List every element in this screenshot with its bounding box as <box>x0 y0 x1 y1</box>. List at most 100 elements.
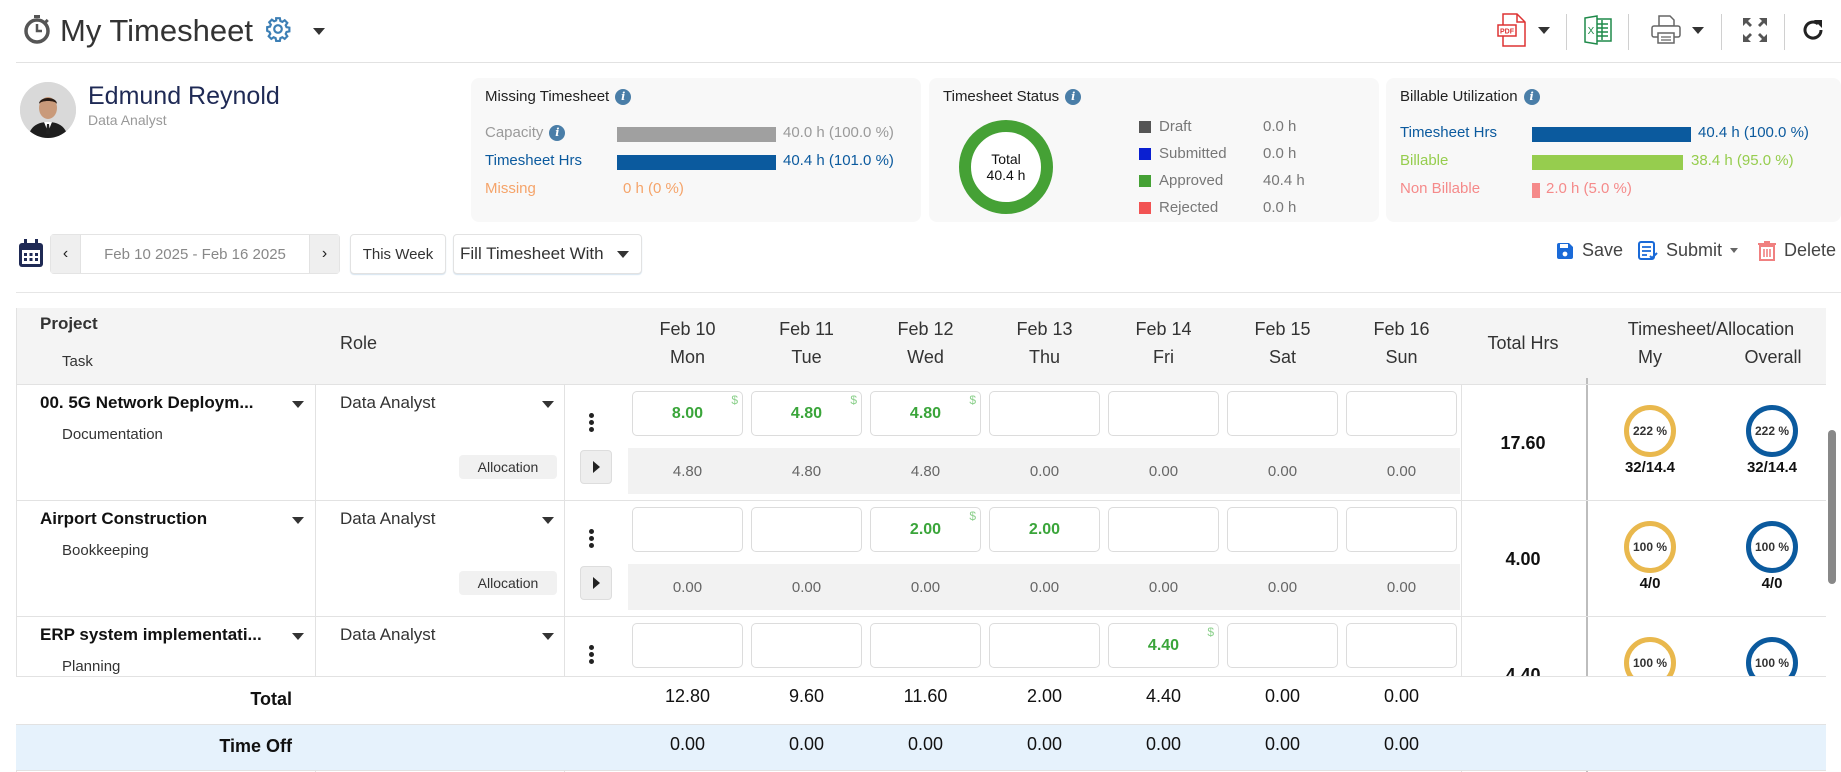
header-day-date: Feb 11 <box>779 319 834 339</box>
header-day-name: Thu <box>1028 347 1061 367</box>
hours-input[interactable]: 2.00 $ <box>870 507 981 552</box>
prev-week-button[interactable]: ‹ <box>51 235 81 273</box>
allocation-value: 0.00 <box>1386 579 1417 596</box>
row-divider <box>16 616 1826 617</box>
status-donut: Total 40.4 h <box>959 120 1053 214</box>
allocation-value: 0.00 <box>1029 463 1060 480</box>
hours-input[interactable] <box>870 623 981 668</box>
project-dropdown-caret[interactable] <box>292 633 304 640</box>
day-total: 11.60 <box>903 686 948 706</box>
legend-rejected: Rejected <box>1139 199 1218 216</box>
hours-input[interactable] <box>1227 391 1338 436</box>
hours-input[interactable] <box>1346 507 1457 552</box>
calendar-icon[interactable] <box>18 238 44 273</box>
header-overall: Overall <box>1744 347 1802 367</box>
approved-swatch <box>1139 174 1151 187</box>
hours-input[interactable] <box>632 623 743 668</box>
role-select[interactable]: Data Analyst <box>340 625 435 645</box>
save-button[interactable]: Save <box>1556 240 1623 261</box>
info-icon[interactable]: i <box>615 88 632 105</box>
this-week-button[interactable]: This Week <box>350 234 446 274</box>
allocation-value: 0.00 <box>791 579 822 596</box>
hours-input[interactable] <box>1108 391 1219 436</box>
missing-label: Missing <box>485 180 536 197</box>
print-dropdown[interactable] <box>1686 10 1710 50</box>
pdf-export-button[interactable]: PDF <box>1492 10 1532 50</box>
project-dropdown-caret[interactable] <box>292 517 304 524</box>
hours-input[interactable] <box>1346 391 1457 436</box>
allocation-value: 4.80 <box>910 463 941 480</box>
task-name: Bookkeeping <box>62 542 149 559</box>
header-day-name: Wed <box>907 347 944 367</box>
role-select[interactable]: Data Analyst <box>340 509 435 529</box>
row-menu-kebab-icon[interactable] <box>589 411 595 434</box>
allocation-value: 0.00 <box>1029 579 1060 596</box>
vertical-scrollbar[interactable] <box>1828 430 1836 584</box>
toolbar-divider <box>1628 14 1629 50</box>
project-dropdown-caret[interactable] <box>292 401 304 408</box>
expand-allocation-button[interactable] <box>580 450 612 484</box>
row-menu-kebab-icon[interactable] <box>589 527 595 550</box>
hours-input[interactable] <box>989 391 1100 436</box>
delete-button[interactable]: Delete <box>1758 240 1836 261</box>
hours-input[interactable]: 4.80 $ <box>751 391 862 436</box>
missing-timesheet-title: Missing Timesheet i <box>485 88 632 105</box>
hours-input[interactable] <box>751 507 862 552</box>
submit-button[interactable]: Submit <box>1638 240 1739 261</box>
user-name: Edmund Reynold <box>88 82 280 110</box>
info-icon[interactable]: i <box>1065 88 1082 105</box>
fullscreen-button[interactable] <box>1738 10 1772 50</box>
role-dropdown-caret[interactable] <box>542 401 554 408</box>
submitted-swatch <box>1139 147 1151 160</box>
user-avatar <box>20 82 76 138</box>
billable-label: Billable <box>1400 152 1449 169</box>
hours-input[interactable] <box>751 623 862 668</box>
expand-allocation-button[interactable] <box>580 566 612 600</box>
timesheet-status-title: Timesheet Status i <box>943 88 1082 105</box>
hours-input[interactable] <box>632 507 743 552</box>
refresh-button[interactable] <box>1796 10 1830 50</box>
title-dropdown-caret[interactable] <box>312 22 325 40</box>
toolbar-divider <box>1721 14 1722 50</box>
pdf-export-dropdown[interactable] <box>1532 10 1556 50</box>
non-billable-bar <box>1532 183 1540 198</box>
billable-utilization-title: Billable Utilization i <box>1400 88 1540 105</box>
legend-approved: Approved <box>1139 172 1223 189</box>
header-day-date: Feb 10 <box>659 319 716 339</box>
info-icon[interactable]: i <box>1523 88 1540 105</box>
role-select[interactable]: Data Analyst <box>340 393 435 413</box>
hours-input[interactable]: 4.80 $ <box>870 391 981 436</box>
svg-text:X: X <box>1588 26 1595 37</box>
toolbar-divider <box>1784 14 1785 50</box>
page-header: My Timesheet <box>22 8 325 54</box>
header-timesheet-allocation: Timesheet/Allocation <box>1627 319 1795 339</box>
fill-timesheet-dropdown[interactable]: Fill Timesheet With <box>453 234 642 274</box>
settings-gear-icon[interactable] <box>265 16 291 47</box>
hours-input[interactable] <box>1227 507 1338 552</box>
day-time-off: 0.00 <box>669 734 706 754</box>
row-total-hours: 4.00 <box>1505 549 1541 569</box>
day-total: 0.00 <box>1383 686 1420 706</box>
info-icon[interactable]: i <box>549 124 566 141</box>
hours-input[interactable] <box>1227 623 1338 668</box>
capacity-value: 40.0 h (100.0 %) <box>783 124 894 141</box>
print-button[interactable] <box>1646 10 1686 50</box>
role-dropdown-caret[interactable] <box>542 633 554 640</box>
hours-input[interactable]: 8.00 $ <box>632 391 743 436</box>
hours-input[interactable] <box>989 623 1100 668</box>
non-billable-label: Non Billable <box>1400 180 1481 197</box>
excel-export-button[interactable]: X <box>1578 10 1618 50</box>
row-menu-kebab-icon[interactable] <box>589 643 595 666</box>
timesheet-hrs-bar <box>617 155 776 170</box>
next-week-button[interactable]: › <box>309 235 339 273</box>
hours-input[interactable]: 2.00 <box>989 507 1100 552</box>
hours-input[interactable]: 4.40 $ <box>1108 623 1219 668</box>
draft-value: 0.0 h <box>1263 118 1297 135</box>
role-dropdown-caret[interactable] <box>542 517 554 524</box>
project-name: ERP system implementati... <box>40 625 262 644</box>
header-day-name: Sun <box>1385 347 1418 367</box>
date-range-label[interactable]: Feb 10 2025 - Feb 16 2025 <box>81 235 309 273</box>
hours-input[interactable] <box>1108 507 1219 552</box>
submit-dropdown-caret[interactable] <box>1730 248 1739 253</box>
hours-input[interactable] <box>1346 623 1457 668</box>
